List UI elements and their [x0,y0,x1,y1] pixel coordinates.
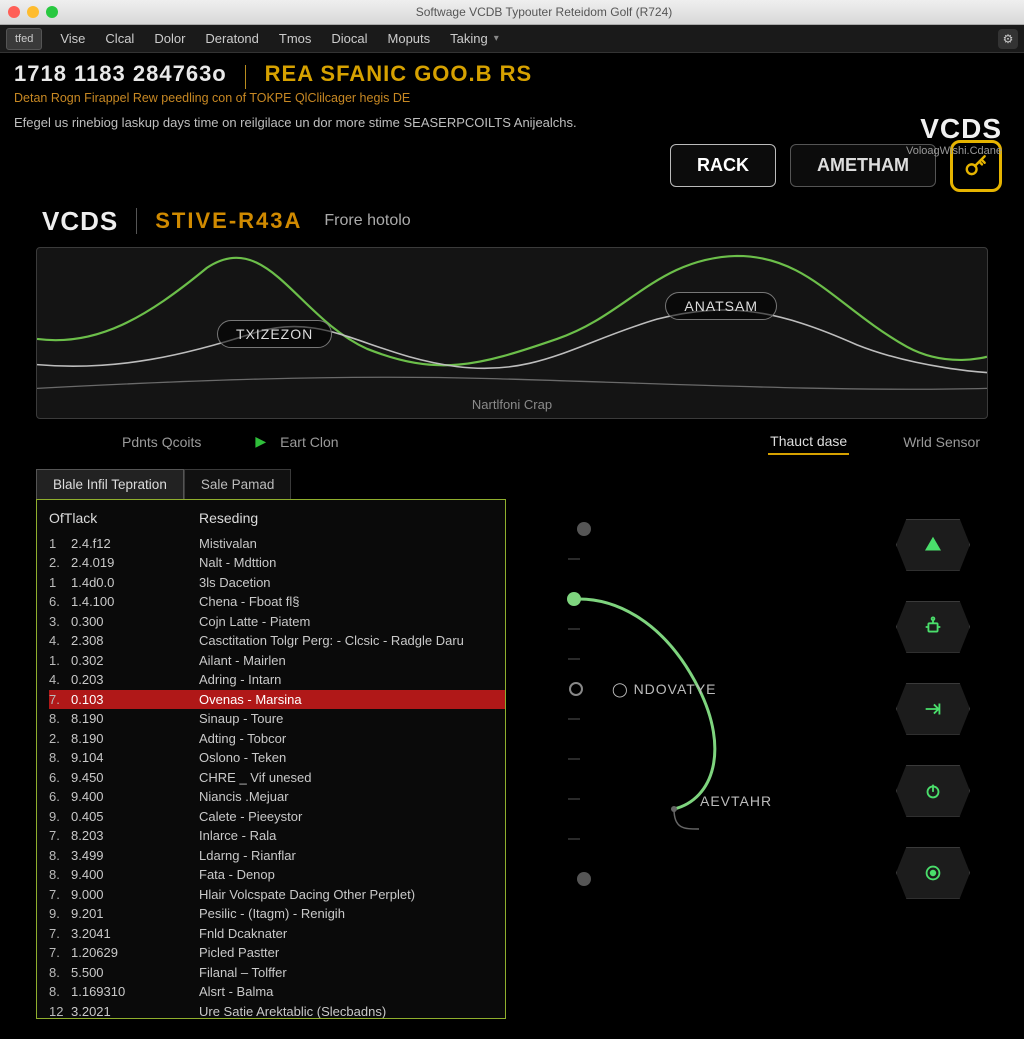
col-oftlack: OfTlack [49,510,199,526]
table-row[interactable]: 2.8.190Adting - Tobcor [49,729,505,749]
chart-tab-eartclon[interactable]: Eart Clon [278,430,340,454]
table-row[interactable]: 8.3.499Ldarng - Rianflar [49,846,505,866]
menu-clcal[interactable]: Clcal [95,31,144,46]
traffic-lights [8,6,58,18]
table-row[interactable]: 8.1.169310Alsrt - Balma [49,982,505,1002]
chart-badge-left: TXIZEZON [217,320,332,348]
page-title: REA SFANIC GOO.B RS [265,61,533,87]
vehicle-id: 1718 1183 284763o [14,61,227,87]
close-icon[interactable] [8,6,20,18]
table-row[interactable]: 7.8.203Inlarce - Rala [49,826,505,846]
lower-panel: OfTlack Reseding 12.4.f12Mistivalan2.2.4… [0,499,1024,1039]
page-description: Efegel us rinebiog laskup days time on r… [14,115,1010,130]
brand-sub: VoloagWishi.Cdane [906,145,1002,157]
tab-sale[interactable]: Sale Pamad [184,469,292,499]
table-row[interactable]: 123.2021Ure Satie Arektablic (Slecbadns) [49,1002,505,1019]
col-reseding: Reseding [199,510,505,526]
menu-moputs[interactable]: Moputs [378,31,441,46]
chart-tab-sensor[interactable]: Wrld Sensor [901,430,982,454]
section-head: VCDS STIVE-R43A Frore hotolo [0,206,1024,247]
table-row[interactable]: 8.9.400Fata - Denop [49,865,505,885]
table-row[interactable]: 12.4.f12Mistivalan [49,534,505,554]
viz-label-bottom: AEVTAHR [700,793,772,809]
table-row[interactable]: 4.0.203Adring - Intarn [49,670,505,690]
hex-power-button[interactable] [896,765,970,817]
hex-robot-button[interactable] [896,601,970,653]
table-row[interactable]: 6.9.400Niancis .Mejuar [49,787,505,807]
table-row[interactable]: 7.1.20629Picled Pastter [49,943,505,963]
brand-name: VCDS [906,113,1002,145]
table-row[interactable]: 4.2.308Casctitation Tolgr Perg: - Clcsic… [49,631,505,651]
table-row[interactable]: 7.0.103Ovenas - Marsina [49,690,505,710]
table-row[interactable]: 11.4d0.03ls Dacetion [49,573,505,593]
module-sub: Frore hotolo [324,212,410,230]
table-row[interactable]: 3.0.300Cojn Latte - Piatem [49,612,505,632]
table-row[interactable]: 8.5.500Filanal – Tolffer [49,963,505,983]
menubar-tab[interactable]: tfed [6,28,42,50]
curve-viz: ◯ NDOVATYE AEVTAHR [520,499,988,1019]
tab-blale[interactable]: Blale Infil Tepration [36,469,184,499]
menu-tmos[interactable]: Tmos [269,31,322,46]
table-row[interactable]: 6.9.450CHRE _ Vif unesed [49,768,505,788]
table-row[interactable]: 8.8.190Sinaup - Toure [49,709,505,729]
table-row[interactable]: 6.1.4.100Chena - Fboat fl§ [49,592,505,612]
window-title: Softwage VCDB Typouter Reteidom Golf (R7… [72,5,1016,19]
hex-forward-button[interactable] [896,683,970,735]
chart-badge-right: ANATSAM [665,292,777,320]
section-brand: VCDS [42,206,118,237]
table-header: OfTlack Reseding [49,506,505,534]
menu-dolor[interactable]: Dolor [144,31,195,46]
page-header: 1718 1183 284763o REA SFANIC GOO.B RS De… [0,53,1024,134]
menubar: tfed Vise Clcal Dolor Deratond Tmos Dioc… [0,25,1024,53]
sheet-tabs: Blale Infil Tepration Sale Pamad [0,463,1024,499]
hex-target-button[interactable] [896,847,970,899]
hex-up-button[interactable] [896,519,970,571]
side-icon-rail [896,519,970,899]
readings-table[interactable]: OfTlack Reseding 12.4.f12Mistivalan2.2.4… [36,499,506,1019]
rack-button[interactable]: RACK [670,144,776,187]
play-icon[interactable]: ▶ [255,433,266,450]
page-subtitle: Detan Rogn Firappel Rew peedling con of … [14,91,1010,105]
table-row[interactable]: 7.9.000Hlair Volcspate Dacing Other Perp… [49,885,505,905]
signal-chart: TXIZEZON ANATSAM Nartlfoni Crap [36,247,988,419]
minimize-icon[interactable] [27,6,39,18]
menu-vise[interactable]: Vise [50,31,95,46]
table-row[interactable]: 2.2.4.019Nalt - Mdttion [49,553,505,573]
chart-tabs: Pdnts Qcoits ▶ Eart Clon Thauct dase Wrl… [0,419,1024,463]
chart-caption: Nartlfoni Crap [37,397,987,412]
table-row[interactable]: 8.9.104Oslono - Teken [49,748,505,768]
module-name: STIVE-R43A [155,208,302,234]
zoom-icon[interactable] [46,6,58,18]
mac-titlebar: Softwage VCDB Typouter Reteidom Golf (R7… [0,0,1024,25]
menu-deratond[interactable]: Deratond [195,31,268,46]
table-row[interactable]: 7.3.2041Fnld Dcaknater [49,924,505,944]
menu-diocal[interactable]: Diocal [321,31,377,46]
viz-label-mid: ◯ NDOVATYE [612,681,717,698]
chart-tab-thauct[interactable]: Thauct dase [768,429,849,455]
menu-taking[interactable]: Taking [440,31,498,46]
table-row[interactable]: 9.9.201Pesilic - (Itagm) - Renigih [49,904,505,924]
header-actions: RACK AMETHAM [0,134,1024,206]
brand-logo: VCDS VoloagWishi.Cdane [906,113,1002,157]
table-row[interactable]: 9.0.405Calete - Pieeystor [49,807,505,827]
table-row[interactable]: 1.0.302Ailant - Mairlen [49,651,505,671]
gear-icon[interactable]: ⚙ [998,29,1018,49]
chart-tab-points[interactable]: Pdnts Qcoits [120,430,203,454]
